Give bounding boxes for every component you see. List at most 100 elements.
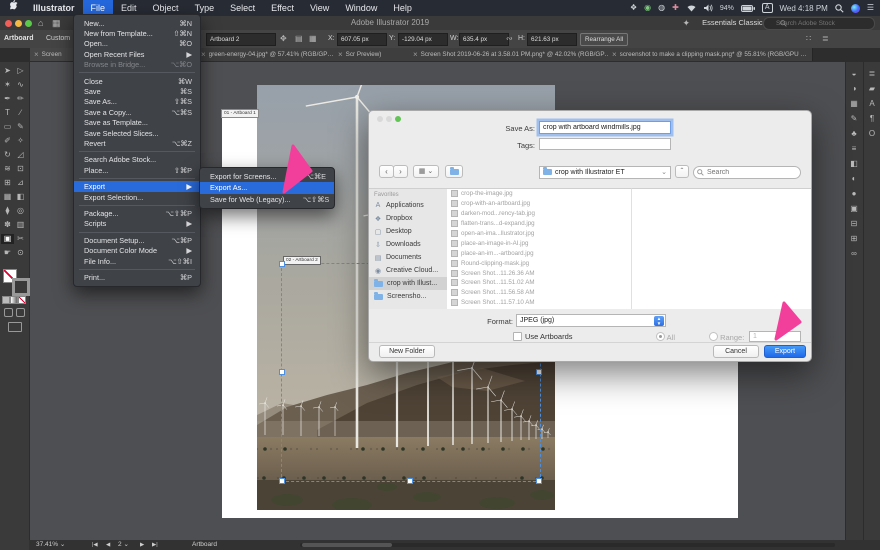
type-tool-icon[interactable]: T: [1, 108, 14, 118]
scrollbar-thumb[interactable]: [302, 543, 392, 547]
document-tab-3[interactable]: × Scr Preview): [334, 48, 417, 61]
dropbox-icon[interactable]: ❖: [630, 0, 637, 16]
selection-handle[interactable]: [407, 478, 413, 484]
first-artboard-button[interactable]: |◀: [92, 540, 98, 550]
zoom-tool-icon[interactable]: ⊙: [14, 248, 27, 258]
prev-artboard-button[interactable]: ◀: [106, 540, 110, 550]
export-button[interactable]: Export: [764, 345, 806, 358]
horizontal-scrollbar[interactable]: [300, 543, 835, 547]
apple-menu-icon[interactable]: [0, 0, 25, 16]
magic-wand-tool-icon[interactable]: ✶: [1, 80, 14, 90]
menu-item-scripts[interactable]: Scripts▶: [74, 219, 200, 229]
folder-action-button[interactable]: [445, 165, 463, 178]
menu-item-export-selection[interactable]: Export Selection...: [74, 192, 200, 202]
sidebar-item-desktop[interactable]: ▢Desktop: [369, 225, 447, 238]
home-icon[interactable]: ⌂: [38, 16, 43, 30]
tab-close-icon[interactable]: ×: [338, 50, 343, 59]
pencil-tool-icon[interactable]: ✐: [1, 136, 14, 146]
app-grid-icon[interactable]: ▦: [52, 16, 61, 30]
selection-handle[interactable]: [279, 261, 285, 267]
file-item[interactable]: crop-the-image.jpg: [447, 189, 631, 199]
menu-item-open[interactable]: Open...⌘O: [74, 39, 200, 49]
last-artboard-button[interactable]: ▶|: [152, 540, 158, 550]
file-item[interactable]: Round-clipping-mask.jpg: [447, 258, 631, 268]
menu-item-save-as-template[interactable]: Save as Template...: [74, 118, 200, 128]
blend-tool-icon[interactable]: ◎: [14, 206, 27, 216]
artboard-name-input[interactable]: [206, 33, 276, 46]
tab-close-icon[interactable]: ×: [34, 50, 39, 59]
y-value-input[interactable]: [398, 33, 448, 46]
sidebar-item-dropbox[interactable]: ❖Dropbox: [369, 212, 447, 225]
file-item[interactable]: flatten-trans...d-expand.jpg: [447, 219, 631, 229]
file-item[interactable]: Screen Shot...11.57.10 AM: [447, 298, 631, 308]
menu-item-new-from-template[interactable]: New from Template...⇧⌘N: [74, 28, 200, 38]
graphic-styles-panel-icon[interactable]: ▣: [846, 203, 862, 215]
menu-item-package[interactable]: Package...⌥⇧⌘P: [74, 208, 200, 218]
menubar-item-window[interactable]: Window: [337, 0, 385, 16]
forward-button[interactable]: ›: [393, 165, 408, 178]
column-graph-tool-icon[interactable]: ▥: [14, 220, 27, 230]
current-folder-dropdown[interactable]: crop with Illustrator ET ⌄: [539, 166, 671, 179]
color-mode-button[interactable]: [2, 296, 10, 304]
back-button[interactable]: ‹: [379, 165, 394, 178]
brushes-panel-icon[interactable]: ✎: [846, 113, 862, 125]
file-item[interactable]: darken-mod...rency-tab.jpg: [447, 209, 631, 219]
file-item[interactable]: Screen Shot...11.56.58 AM: [447, 288, 631, 298]
file-item[interactable]: Screen Shot...11.26.36 AM: [447, 268, 631, 278]
dots-grid-icon[interactable]: ∷: [806, 34, 811, 44]
opentype-panel-icon[interactable]: O: [864, 128, 880, 140]
mesh-tool-icon[interactable]: ▦: [1, 192, 14, 202]
artboard-number-dropdown[interactable]: 2 ⌄: [118, 540, 129, 550]
screen-mode-button[interactable]: [8, 322, 22, 332]
shaper-tool-icon[interactable]: ✧: [14, 136, 27, 146]
shape-builder-tool-icon[interactable]: ⊞: [1, 178, 14, 188]
slice-tool-icon[interactable]: ✂: [14, 234, 27, 244]
volume-icon[interactable]: [704, 4, 713, 12]
file-item[interactable]: place-an-image-in-AI.jpg: [447, 238, 631, 248]
artboard-2-tag[interactable]: 02 - Artboard 2: [283, 256, 321, 265]
sidebar-item-screenshots[interactable]: Screensho...: [369, 290, 447, 303]
menu-item-save-a-copy[interactable]: Save a Copy...⌥⌘S: [74, 107, 200, 117]
menubar-clock[interactable]: Wed 4:18 PM: [780, 4, 828, 13]
color-guide-panel-icon[interactable]: ◑: [846, 83, 862, 95]
tab-close-icon[interactable]: ×: [201, 50, 206, 59]
alert-icon[interactable]: ◍: [658, 0, 665, 16]
x-value-input[interactable]: [337, 33, 387, 46]
appearance-panel-icon[interactable]: ●: [846, 188, 862, 200]
file-item[interactable]: Screen Shot...11.51.02 AM: [447, 278, 631, 288]
file-item[interactable]: place-an-im...-artboard.jpg: [447, 248, 631, 258]
filename-input[interactable]: [539, 121, 671, 134]
menubar-item-effect[interactable]: Effect: [263, 0, 302, 16]
symbols-panel-icon[interactable]: ♣: [846, 128, 862, 140]
free-transform-tool-icon[interactable]: ⊡: [14, 164, 27, 174]
menu-item-revert[interactable]: Revert⌥⌘Z: [74, 138, 200, 148]
menu-item-place[interactable]: Place...⇧⌘P: [74, 165, 200, 175]
menu-item-close[interactable]: Close⌘W: [74, 76, 200, 86]
view-mode-button[interactable]: ▦ ⌄: [413, 165, 439, 178]
none-mode-button[interactable]: [18, 296, 26, 304]
character-panel-icon[interactable]: A: [864, 98, 880, 110]
menubar-item-select[interactable]: Select: [222, 0, 263, 16]
siri-icon[interactable]: [851, 4, 860, 13]
lightbulb-icon[interactable]: ✦: [682, 16, 690, 30]
menubar-item-view[interactable]: View: [302, 0, 337, 16]
sidebar-item-applications[interactable]: AApplications: [369, 199, 447, 212]
tags-input[interactable]: [539, 138, 671, 150]
stroke-panel-icon[interactable]: ≡: [846, 143, 862, 155]
sidebar-item-documents[interactable]: ▤Documents: [369, 251, 447, 264]
gradient-tool-icon[interactable]: ◧: [14, 192, 27, 202]
document-tab-5[interactable]: × screenshot to make a clipping mask.png…: [608, 48, 813, 61]
eyedropper-tool-icon[interactable]: ⧫: [1, 206, 14, 216]
rotate-tool-icon[interactable]: ↻: [1, 150, 14, 160]
plugin-icon[interactable]: ✚: [672, 0, 679, 16]
menu-item-new[interactable]: New...⌘N: [74, 18, 200, 28]
notification-center-icon[interactable]: ☰: [867, 0, 874, 16]
window-minimize-button[interactable]: [15, 20, 22, 27]
direct-selection-tool-icon[interactable]: ▷: [14, 66, 27, 76]
format-dropdown[interactable]: JPEG (jpg) ▲▼: [516, 314, 666, 327]
menu-item-document-color-mode[interactable]: Document Color Mode▶: [74, 245, 200, 255]
new-folder-button[interactable]: New Folder: [379, 345, 435, 358]
sidebar-item-downloads[interactable]: ⇩Downloads: [369, 238, 447, 251]
scale-tool-icon[interactable]: ◿: [14, 150, 27, 160]
selection-handle[interactable]: [536, 478, 542, 484]
